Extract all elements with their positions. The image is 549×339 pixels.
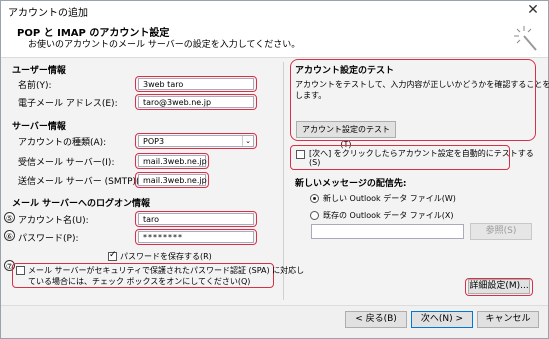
step-6-marker: ⑥ (4, 230, 15, 241)
browse-button[interactable]: 参照(S) (470, 223, 532, 240)
new-data-file-label: 新しい Outlook データ ファイル(W) (323, 194, 456, 203)
close-button[interactable]: ✕ (520, 1, 546, 19)
delivery-heading: 新しいメッセージの配信先: (295, 179, 407, 189)
account-name-label: アカウント名(U): (18, 216, 89, 226)
save-password-checkbox[interactable] (108, 250, 117, 261)
existing-data-file-path[interactable] (311, 224, 464, 239)
login-info-heading: メール サーバーへのログオン情報 (12, 199, 151, 209)
save-password-label: パスワードを保存する(R) (120, 252, 212, 261)
existing-data-file-label: 既存の Outlook データ ファイル(X) (323, 211, 454, 220)
auto-test-label-line1: [次へ] をクリックしたらアカウント設定を自動的にテストする (309, 149, 534, 158)
account-type-label: アカウントの種類(A): (18, 138, 107, 148)
email-field[interactable]: taro@3web.ne.jp (138, 96, 254, 108)
test-description-line1: アカウントをテストして、入力内容が正しいかどうかを確認することをお勧め (295, 80, 549, 89)
test-account-button[interactable]: アカウント設定のテスト(T) (296, 121, 396, 149)
spa-label-line2: ている場合には、チェック ボックスをオンにしてください(Q) (28, 277, 251, 286)
existing-data-file-radio[interactable] (310, 211, 319, 220)
incoming-server-field[interactable]: mail.3web.ne.jp (138, 155, 207, 167)
user-info-heading: ユーザー情報 (12, 66, 66, 76)
spa-checkbox[interactable] (16, 266, 25, 275)
spa-label-line1: メール サーバーがセキュリティで保護されたパスワード認証 (SPA) に対応し (28, 266, 305, 275)
chevron-down-icon: ⌄ (242, 136, 253, 146)
incoming-server-label: 受信メール サーバー(I): (18, 158, 115, 168)
password-label: パスワード(P): (18, 234, 79, 244)
outgoing-server-label: 送信メール サーバー (SMTP)(O): (18, 177, 154, 187)
outgoing-server-field[interactable]: mail.3web.ne.jp (138, 174, 207, 186)
password-field[interactable]: ******** (138, 231, 254, 243)
auto-test-checkbox[interactable] (296, 150, 305, 159)
server-info-heading: サーバー情報 (12, 122, 66, 132)
more-settings-button[interactable]: 詳細設定(M)... (468, 279, 530, 294)
account-type-select[interactable]: POP3 ⌄ (138, 135, 254, 147)
account-type-value: POP3 (143, 137, 165, 146)
test-description-line2: します。 (295, 91, 327, 100)
email-label: 電子メール アドレス(E): (18, 99, 118, 109)
auto-test-label-line2: (S) (309, 158, 321, 167)
next-button[interactable]: 次へ(N) > (411, 311, 473, 328)
back-button[interactable]: < 戻る(B) (345, 311, 407, 328)
account-name-field[interactable]: taro (138, 213, 254, 225)
cancel-button[interactable]: キャンセル (477, 311, 539, 328)
header-subtitle: お使いのアカウントのメール サーバーの設定を入力してください。 (28, 40, 301, 50)
step-5-marker: ⑤ (4, 212, 15, 223)
window-title: アカウントの追加 (8, 8, 88, 19)
test-heading: アカウント設定のテスト (295, 66, 395, 76)
name-label: 名前(Y): (18, 81, 52, 91)
name-field[interactable]: 3web taro (138, 78, 254, 90)
new-data-file-radio[interactable] (310, 194, 319, 203)
setup-wizard-icon (514, 26, 537, 51)
